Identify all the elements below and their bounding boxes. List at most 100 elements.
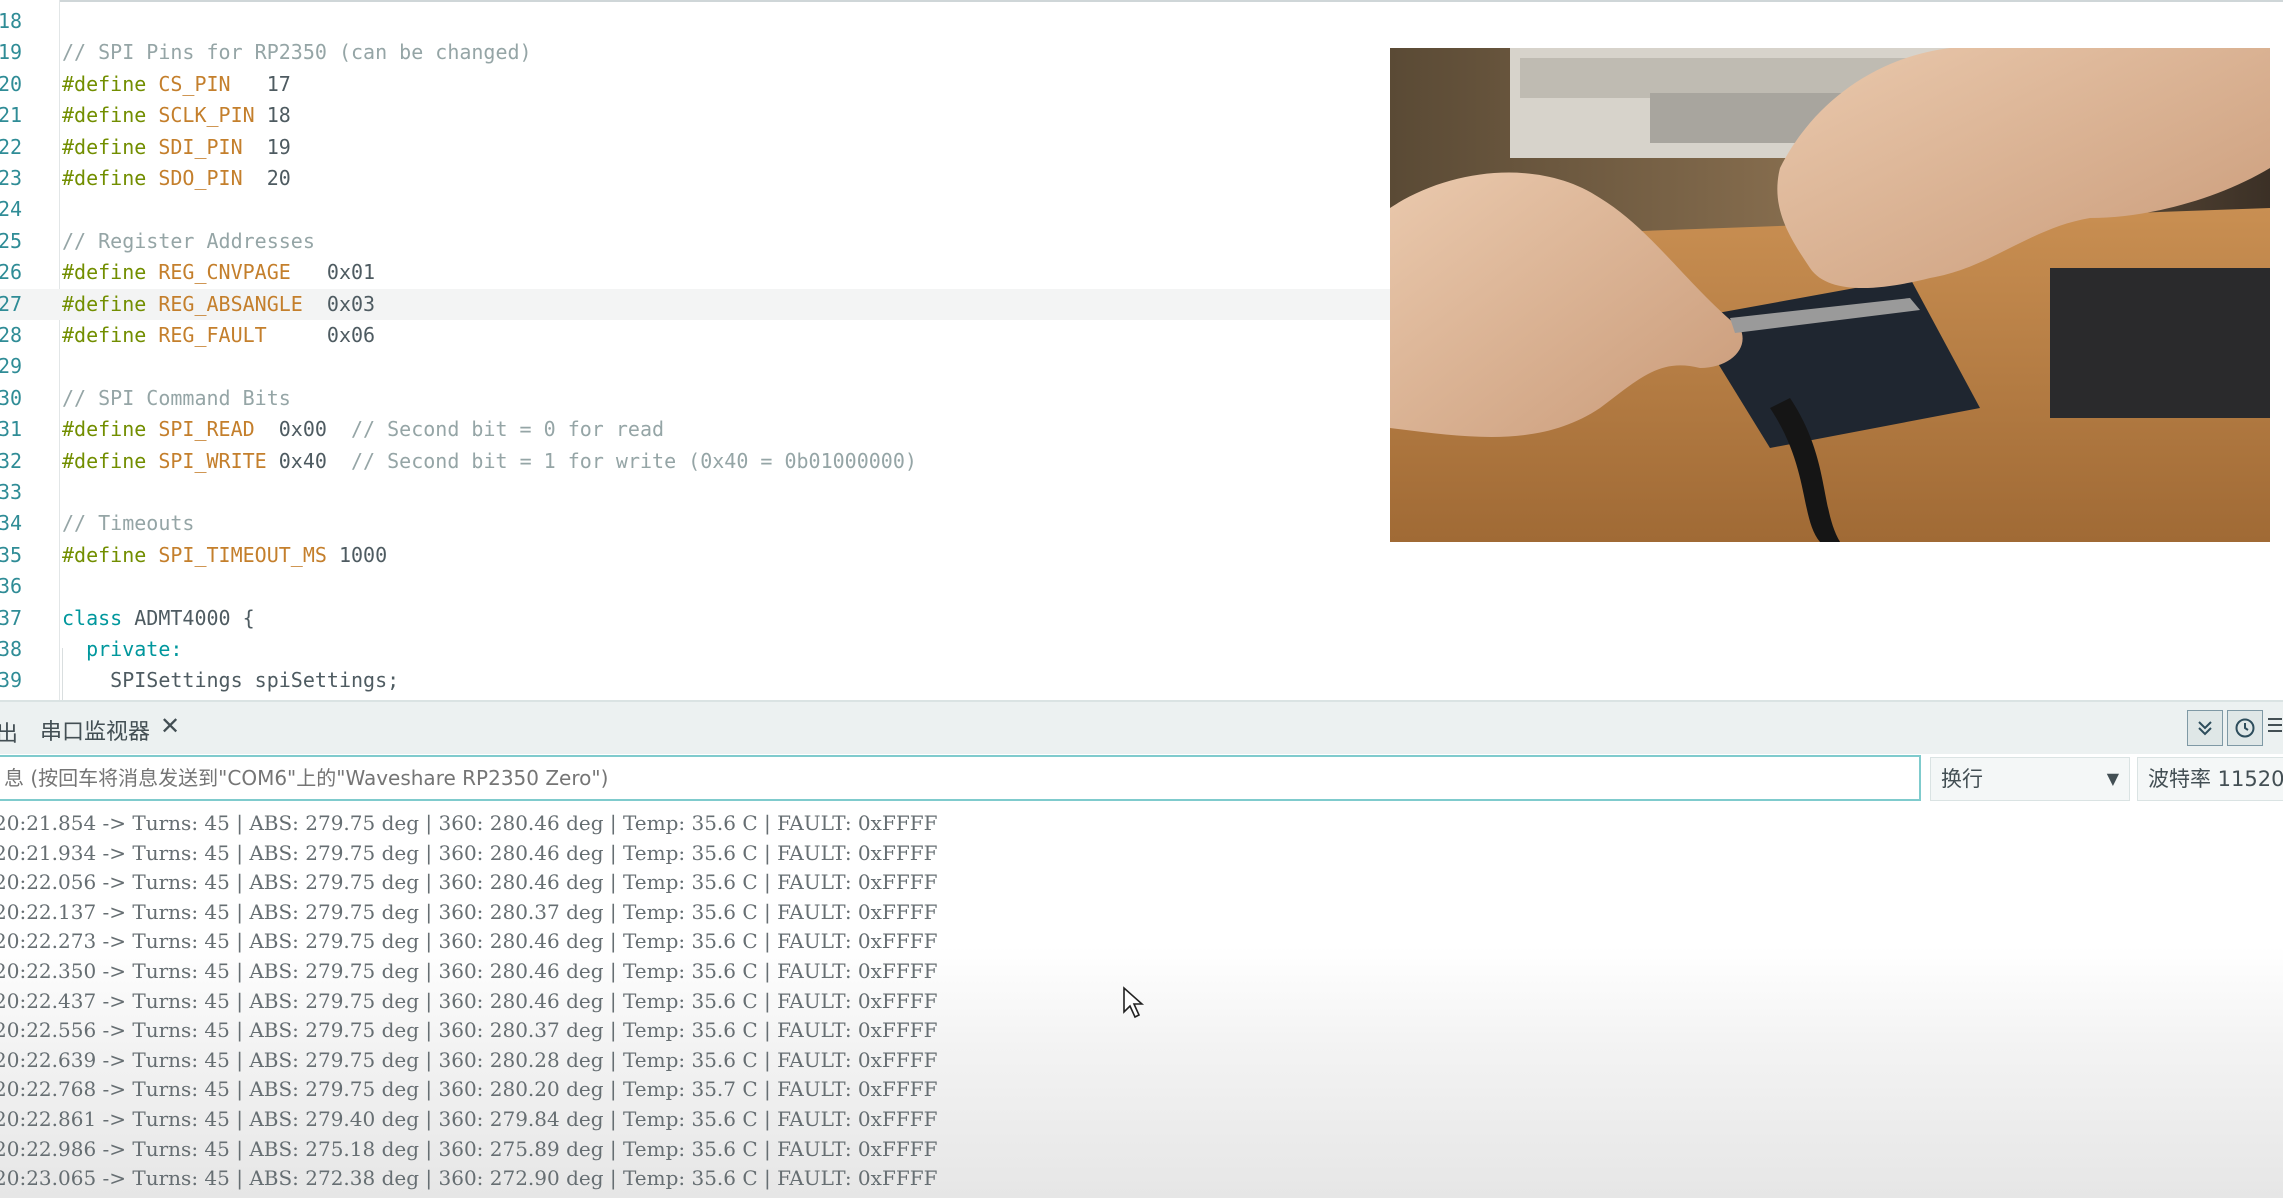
code-text: #define REG_CNVPAGE 0x01 xyxy=(62,257,375,288)
code-token: #define xyxy=(62,166,159,190)
code-line[interactable]: 32 #define SPI_WRITE 0x40 // Second bit =… xyxy=(0,446,1390,477)
code-line[interactable]: 36 xyxy=(0,571,1390,602)
serial-output-line: 20:22.137 -> Turns: 45 | ABS: 279.75 deg… xyxy=(0,899,938,924)
code-line[interactable]: 30 // SPI Command Bits xyxy=(0,383,1390,414)
code-text: // SPI Pins for RP2350 (can be changed) xyxy=(62,37,532,68)
serial-output-line: 20:22.056 -> Turns: 45 | ABS: 279.75 deg… xyxy=(0,870,938,895)
code-token: // Second bit = 0 for read xyxy=(350,417,665,442)
code-token: ADMT4000 { xyxy=(134,605,255,630)
code-line[interactable]: 26 #define REG_CNVPAGE 0x01 xyxy=(0,257,1390,288)
line-number: 34 xyxy=(0,511,23,536)
code-line[interactable]: 35 #define SPI_TIMEOUT_MS 1000 xyxy=(0,540,1390,571)
code-text: SPISettings spiSettings; xyxy=(62,665,399,696)
tab-serial-monitor[interactable]: 串口监视器 xyxy=(40,714,150,746)
code-token: REG_CNVPAGE xyxy=(158,260,291,285)
serial-output-line: 20:22.639 -> Turns: 45 | ABS: 279.75 deg… xyxy=(0,1047,938,1072)
video-overlay xyxy=(1390,48,2270,542)
code-token: #define xyxy=(62,291,159,316)
code-text: // Timeouts xyxy=(62,508,194,539)
line-number: 28 xyxy=(0,323,23,347)
tab-output-fragment[interactable]: 出 xyxy=(0,716,18,748)
mouse-cursor-icon xyxy=(1123,986,1145,1019)
code-token: 17 xyxy=(230,71,291,96)
bottom-panel-tabbar: 出 串口监视器 ✕ xyxy=(0,700,2283,757)
code-line[interactable]: 34 // Timeouts xyxy=(0,508,1390,539)
serial-output-line: 20:21.854 -> Turns: 45 | ABS: 279.75 deg… xyxy=(0,811,938,835)
code-text: private: xyxy=(62,634,182,665)
code-line[interactable]: 29 xyxy=(0,351,1390,382)
line-number: 29 xyxy=(0,354,23,379)
code-line[interactable]: 20 #define CS_PIN 17 xyxy=(0,69,1390,100)
line-number: 26 xyxy=(0,260,23,285)
code-token: // SPI Command Bits xyxy=(62,385,291,410)
code-line[interactable]: 37 class ADMT4000 { xyxy=(0,603,1390,634)
baud-rate-select[interactable]: 波特率 115200 xyxy=(2137,757,2283,801)
serial-output-line: 20:22.986 -> Turns: 45 | ABS: 275.18 deg… xyxy=(0,1136,938,1161)
line-ending-select[interactable]: 换行 ▼ xyxy=(1930,757,2130,801)
code-line[interactable]: 31 #define SPI_READ 0x00 // Second bit = … xyxy=(0,414,1390,445)
line-number: 24 xyxy=(0,197,23,222)
code-text: // Register Addresses xyxy=(62,226,315,257)
serial-input-row: 换行 ▼ 波特率 115200 xyxy=(0,754,2283,806)
code-token: SCLK_PIN xyxy=(158,103,255,128)
code-line[interactable]: 19 // SPI Pins for RP2350 (can be changed… xyxy=(0,37,1390,68)
code-token: 0x06 xyxy=(266,323,376,347)
code-text: // SPI Command Bits xyxy=(62,383,291,414)
code-token: SPI_READ xyxy=(158,417,255,442)
line-number: 36 xyxy=(0,574,23,599)
code-token: #define xyxy=(62,542,159,567)
line-number: 18 xyxy=(0,9,23,33)
hands-motor-photo xyxy=(1390,48,2270,542)
line-number: 32 xyxy=(0,448,23,473)
code-text: #define REG_ABSANGLE 0x03 xyxy=(62,289,375,320)
code-text: #define SDI_PIN 19 xyxy=(62,132,291,163)
line-number: 31 xyxy=(0,417,23,442)
code-token: #define xyxy=(62,71,159,96)
chevron-double-down-icon[interactable] xyxy=(2187,710,2223,746)
line-number: 30 xyxy=(0,385,23,410)
code-text: class ADMT4000 { xyxy=(62,603,255,634)
code-token: #define xyxy=(62,103,159,128)
code-text: #define SPI_READ 0x00 // Second bit = 0 … xyxy=(62,414,664,445)
code-token: CS_PIN xyxy=(158,71,231,96)
code-line[interactable]: 24 xyxy=(0,194,1390,225)
code-token: // Register Addresses xyxy=(62,228,315,253)
line-number: 21 xyxy=(0,103,23,128)
code-token: 0x00 xyxy=(254,417,351,442)
code-token: REG_FAULT xyxy=(158,323,267,347)
code-text: #define SPI_TIMEOUT_MS 1000 xyxy=(62,540,387,571)
editor-top-border xyxy=(60,0,2283,2)
code-line[interactable]: 39 SPISettings spiSettings; xyxy=(0,665,1390,696)
code-token: SPI_TIMEOUT_MS xyxy=(158,542,327,567)
code-line[interactable]: 22 #define SDI_PIN 19 xyxy=(0,132,1390,163)
code-line[interactable]: 21 #define SCLK_PIN 18 xyxy=(0,100,1390,131)
code-token: #define xyxy=(62,260,159,285)
code-line[interactable]: 28 #define REG_FAULT 0x06 xyxy=(0,320,1390,351)
code-token: // Second bit = 1 for write (0x40 = 0b01… xyxy=(351,448,917,473)
menu-icon[interactable] xyxy=(2266,714,2282,742)
code-token: #define xyxy=(62,417,159,442)
code-line[interactable]: 23 #define SDO_PIN 20 xyxy=(0,163,1390,194)
code-line[interactable]: 25 // Register Addresses xyxy=(0,226,1390,257)
clock-icon[interactable] xyxy=(2227,710,2263,746)
message-input[interactable] xyxy=(0,755,1921,801)
code-token: 20 xyxy=(242,166,291,190)
code-token: // SPI Pins for RP2350 (can be changed) xyxy=(62,40,532,65)
line-number: 33 xyxy=(0,480,23,504)
baud-rate-value: 波特率 115200 xyxy=(2148,767,2283,791)
line-number: 27 xyxy=(0,291,23,316)
code-line[interactable]: 18 xyxy=(0,6,1390,37)
code-token: 19 xyxy=(242,134,291,159)
serial-output-line: 20:21.934 -> Turns: 45 | ABS: 279.75 deg… xyxy=(0,840,938,865)
close-icon[interactable]: ✕ xyxy=(160,712,180,740)
code-line[interactable]: 27 #define REG_ABSANGLE 0x03 xyxy=(0,288,1390,320)
code-line[interactable]: 38 private: xyxy=(0,634,1390,665)
code-token: private: xyxy=(62,637,183,661)
code-token: class xyxy=(62,605,135,630)
code-token: REG_ABSANGLE xyxy=(158,291,303,316)
code-token: 1000 xyxy=(326,542,388,567)
serial-output-line: 20:22.861 -> Turns: 45 | ABS: 279.40 deg… xyxy=(0,1107,938,1131)
serial-output-line: 20:22.768 -> Turns: 45 | ABS: 279.75 deg… xyxy=(0,1077,938,1102)
code-line[interactable]: 33 xyxy=(0,477,1390,508)
line-number: 38 xyxy=(0,637,23,661)
